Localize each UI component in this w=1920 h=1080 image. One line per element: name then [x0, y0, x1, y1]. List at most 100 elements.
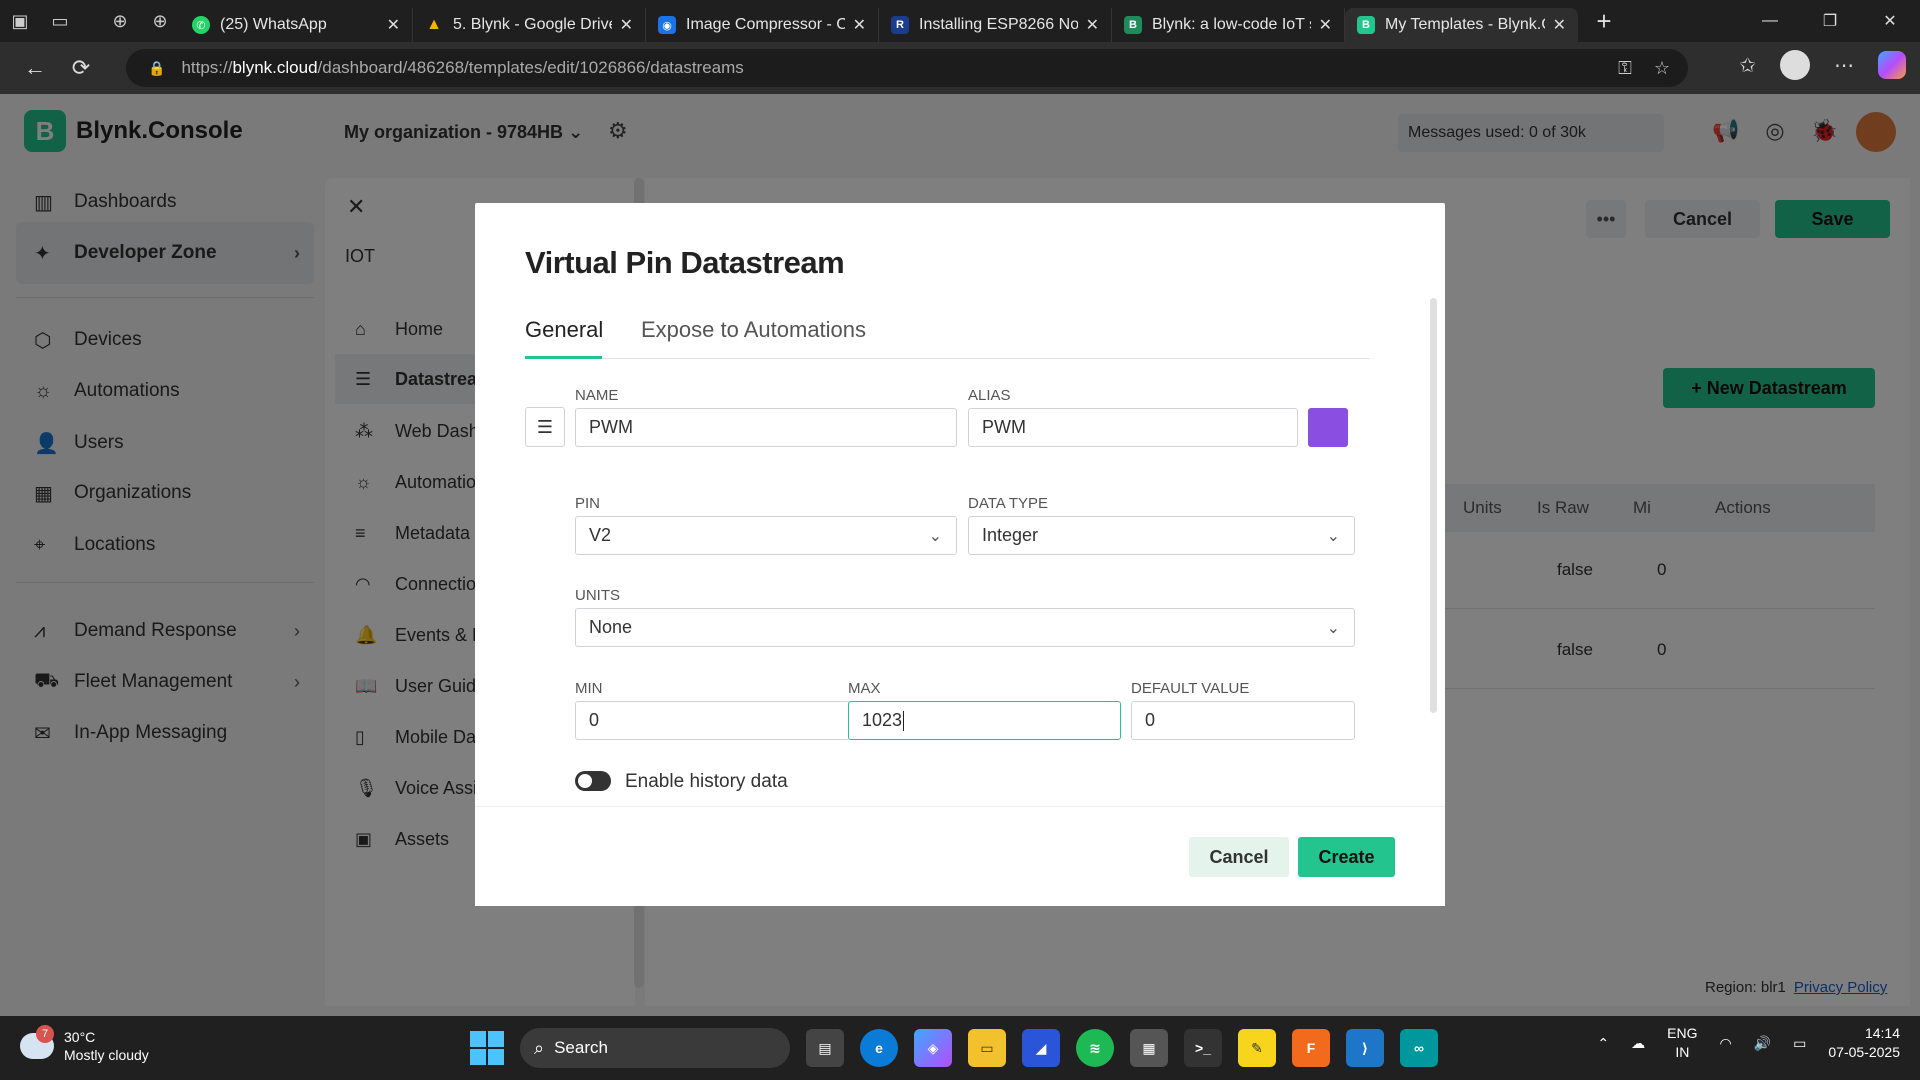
search-label: Search — [554, 1038, 608, 1057]
close-icon[interactable]: ✕ — [853, 15, 866, 35]
language-indicator[interactable]: ENG IN — [1667, 1024, 1697, 1062]
back-icon[interactable]: ← — [12, 55, 58, 81]
refresh-icon[interactable]: ⟳ — [58, 55, 104, 81]
globe-icon[interactable]: ⊕ — [100, 0, 140, 42]
min-input[interactable]: 0 — [575, 701, 850, 740]
tab-title: Installing ESP8266 Node — [919, 16, 1078, 33]
tab-general[interactable]: General — [525, 317, 603, 343]
task-view-icon[interactable]: ▤ — [806, 1029, 844, 1067]
browser-tab-my-templates[interactable]: B My Templates - Blynk.C ✕ — [1345, 8, 1578, 42]
data-type-select[interactable]: Integer ⌄ — [968, 516, 1355, 555]
wifi-icon[interactable]: ◠ — [1719, 1035, 1731, 1052]
chevron-up-icon[interactable]: ⌃ — [1597, 1035, 1609, 1052]
profile-avatar[interactable] — [1780, 50, 1810, 80]
minimize-icon[interactable]: — — [1740, 0, 1800, 42]
image-compressor-icon: ◉ — [658, 16, 676, 34]
max-input[interactable]: 1023 — [848, 701, 1121, 740]
name-label: NAME — [575, 387, 619, 404]
tab-title: (25) WhatsApp — [220, 16, 327, 33]
favorite-star-icon[interactable]: ☆ — [1654, 58, 1670, 79]
alias-input[interactable]: PWM — [968, 408, 1298, 447]
browser-tab-image-compressor[interactable]: ◉ Image Compressor - Co ✕ — [646, 8, 879, 42]
more-options-icon[interactable]: ⋯ — [1834, 53, 1854, 78]
copilot-icon[interactable] — [1878, 51, 1906, 79]
units-select[interactable]: None ⌄ — [575, 608, 1355, 647]
whatsapp-icon: ✆ — [192, 16, 210, 34]
text-caret — [903, 710, 905, 731]
onedrive-icon[interactable]: ☁ — [1631, 1035, 1645, 1052]
taskbar-search[interactable]: ⌕ Search — [520, 1028, 790, 1068]
app-icon[interactable]: ◢ — [1022, 1029, 1060, 1067]
browser-tab-esp8266[interactable]: R Installing ESP8266 Node ✕ — [879, 8, 1112, 42]
tab-expose-to-automations[interactable]: Expose to Automations — [641, 317, 866, 343]
store-icon[interactable]: ▦ — [1130, 1029, 1168, 1067]
browser-tab-blynk-iot[interactable]: B Blynk: a low-code IoT so ✕ — [1112, 8, 1345, 42]
spotify-icon[interactable]: ≋ — [1076, 1029, 1114, 1067]
favorites-icon[interactable]: ✩ — [1739, 53, 1756, 78]
file-explorer-icon[interactable]: ▭ — [968, 1029, 1006, 1067]
volume-icon[interactable]: 🔊 — [1754, 1035, 1771, 1052]
data-type-label: DATA TYPE — [968, 495, 1049, 512]
clock[interactable]: 14:14 07-05-2025 — [1828, 1024, 1900, 1062]
edge-icon[interactable]: e — [860, 1029, 898, 1067]
default-value: 0 — [1145, 710, 1156, 730]
notification-badge: 7 — [36, 1025, 54, 1043]
sliders-icon-button[interactable]: ☰ — [525, 407, 565, 447]
browser-tab-whatsapp[interactable]: ✆ (25) WhatsApp ✕ — [180, 8, 413, 42]
min-label: MIN — [575, 680, 603, 697]
name-input[interactable]: PWM — [575, 408, 957, 447]
workspaces-icon[interactable]: ▣ — [0, 0, 40, 42]
active-tab-indicator — [525, 356, 602, 359]
weather-widget[interactable]: 7 30°C Mostly cloudy — [20, 1025, 149, 1064]
restore-icon[interactable]: ❐ — [1800, 0, 1860, 42]
min-value: 0 — [589, 710, 600, 730]
address-bar[interactable]: 🔒 https://blynk.cloud/dashboard/486268/t… — [126, 49, 1688, 87]
pin-select[interactable]: V2 ⌄ — [575, 516, 957, 555]
terminal-icon[interactable]: >_ — [1184, 1029, 1222, 1067]
vscode-icon[interactable]: ⟩ — [1346, 1029, 1384, 1067]
color-picker[interactable] — [1308, 408, 1348, 447]
battery-icon[interactable]: ▭ — [1793, 1035, 1806, 1052]
tab-title: 5. Blynk - Google Drive — [453, 16, 612, 33]
weather-temp: 30°C — [64, 1029, 96, 1045]
units-label: UNITS — [575, 587, 620, 604]
url-host: blynk.cloud — [232, 58, 318, 77]
random-nerd-icon: R — [891, 16, 909, 34]
blynk-icon: B — [1357, 16, 1375, 34]
pin-value: V2 — [589, 525, 612, 545]
tab-title: Blynk: a low-code IoT so — [1152, 16, 1311, 33]
key-icon[interactable]: ⚿ — [1618, 58, 1632, 79]
dialog-scrollbar[interactable] — [1430, 298, 1437, 713]
tab-actions-icon[interactable]: ▭ — [40, 0, 80, 42]
name-value: PWM — [589, 417, 633, 437]
system-tray: ⌃ ☁ ENG IN ◠ 🔊 ▭ 14:14 07-05-2025 — [1597, 1024, 1900, 1062]
dialog-cancel-button[interactable]: Cancel — [1189, 837, 1289, 877]
time: 14:14 — [1864, 1025, 1900, 1041]
enable-history-label: Enable history data — [625, 771, 788, 792]
browser-tab-google-drive[interactable]: ▲ 5. Blynk - Google Drive ✕ — [413, 8, 646, 42]
arduino-icon[interactable]: ∞ — [1400, 1029, 1438, 1067]
pin-label: PIN — [575, 495, 601, 512]
start-icon[interactable] — [470, 1031, 504, 1065]
fusion-icon[interactable]: F — [1292, 1029, 1330, 1067]
region-code: IN — [1675, 1044, 1690, 1060]
default-value-input[interactable]: 0 — [1131, 701, 1355, 740]
sticky-notes-icon[interactable]: ✎ — [1238, 1029, 1276, 1067]
create-button[interactable]: Create — [1298, 837, 1395, 877]
alias-label: ALIAS — [968, 387, 1011, 404]
close-window-icon[interactable]: ✕ — [1860, 0, 1920, 42]
chevron-down-icon: ⌄ — [928, 528, 942, 545]
tab-title: My Templates - Blynk.C — [1385, 16, 1545, 33]
new-tab-icon[interactable]: + — [1584, 6, 1624, 37]
enable-history-toggle[interactable] — [575, 771, 611, 791]
close-icon[interactable]: ✕ — [620, 15, 633, 35]
copilot-app-icon[interactable]: ◈ — [914, 1029, 952, 1067]
close-icon[interactable]: ✕ — [387, 15, 400, 35]
data-type-value: Integer — [982, 525, 1039, 545]
cloud-icon: 7 — [20, 1025, 54, 1059]
close-icon[interactable]: ✕ — [1319, 15, 1332, 35]
globe-icon[interactable]: ⊕ — [140, 0, 180, 42]
units-value: None — [589, 617, 633, 637]
close-icon[interactable]: ✕ — [1553, 15, 1566, 35]
close-icon[interactable]: ✕ — [1086, 15, 1099, 35]
